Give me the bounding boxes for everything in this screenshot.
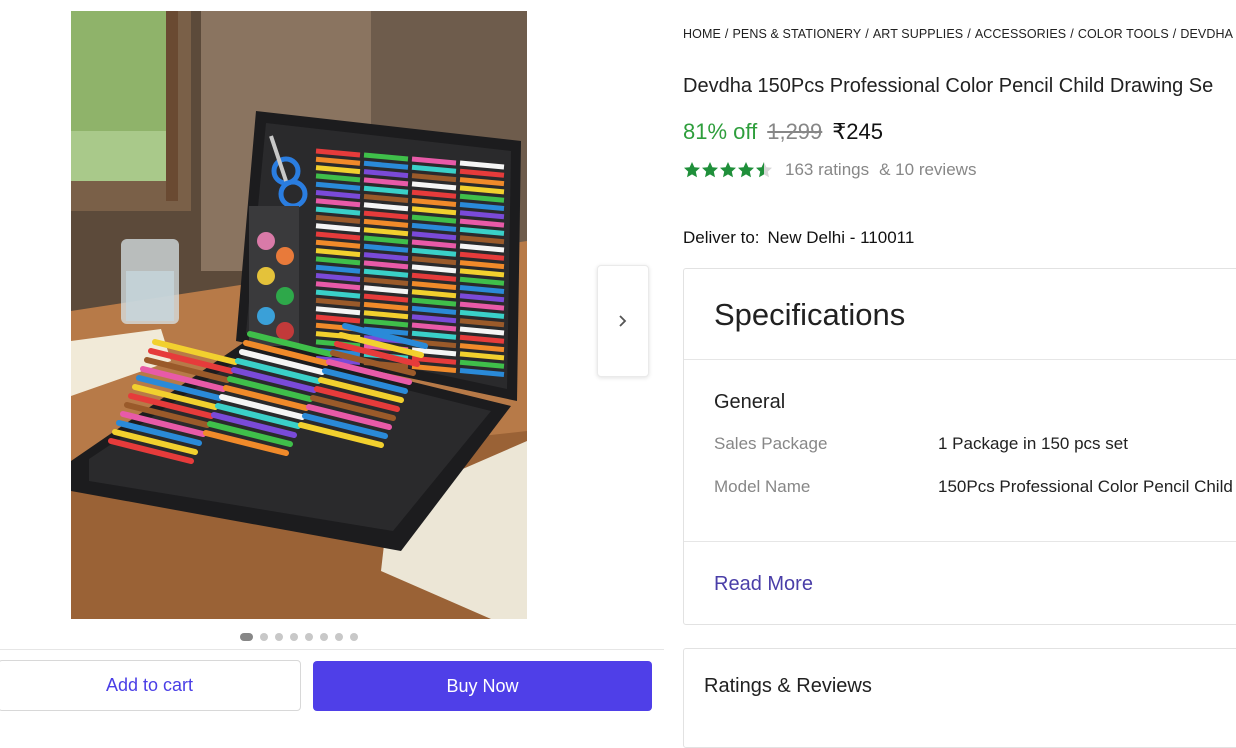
pagination-dot[interactable] <box>335 633 343 641</box>
breadcrumb-item[interactable]: COLOR TOOLS <box>1078 27 1169 41</box>
ratings-reviews-card: Ratings & Reviews <box>683 648 1236 748</box>
specifications-heading: Specifications <box>714 297 906 332</box>
spec-key: Sales Package <box>714 434 828 453</box>
add-to-cart-button[interactable]: Add to cart <box>0 660 301 711</box>
pagination-dot[interactable] <box>305 633 313 641</box>
product-title: Devdha 150Pcs Professional Color Pencil … <box>683 75 1214 97</box>
product-photo <box>71 11 527 619</box>
pagination-dot[interactable] <box>260 633 268 641</box>
rating-stars <box>683 161 773 179</box>
breadcrumb-item[interactable]: DEVDHA CO <box>1180 27 1236 41</box>
delivery-address[interactable]: New Delhi - 110011 <box>768 228 915 247</box>
product-image[interactable] <box>71 11 527 619</box>
divider <box>684 541 1236 542</box>
image-pagination-dots <box>240 633 358 641</box>
pagination-dot[interactable] <box>350 633 358 641</box>
specifications-card: Specifications General Sales Package 1 P… <box>683 268 1236 625</box>
discount-percent: 81% off <box>683 119 758 144</box>
action-bar-divider <box>0 649 664 650</box>
pagination-dot[interactable] <box>290 633 298 641</box>
breadcrumb-separator: / <box>967 27 971 41</box>
reviews-count[interactable]: & 10 reviews <box>879 160 976 180</box>
rating-row[interactable]: 163 ratings & 10 reviews <box>683 160 976 180</box>
next-image-button[interactable] <box>597 265 649 377</box>
breadcrumb-item[interactable]: ART SUPPLIES <box>873 27 963 41</box>
spec-value: 150Pcs Professional Color Pencil Child I <box>938 477 1236 496</box>
ratings-reviews-heading: Ratings & Reviews <box>704 675 872 697</box>
breadcrumb: HOME / PENS & STATIONERY / ART SUPPLIES / ACCE… <box>683 27 1236 41</box>
spec-value: 1 Package in 150 pcs set <box>938 434 1128 453</box>
star-icon <box>702 162 718 178</box>
spec-key: Model Name <box>714 477 811 496</box>
price-row: 81% off 1,299 ₹245 <box>683 119 883 145</box>
breadcrumb-item[interactable]: PENS & STATIONERY <box>732 27 861 41</box>
breadcrumb-item[interactable]: HOME <box>683 27 721 41</box>
deliver-to-label: Deliver to: <box>683 228 760 247</box>
divider <box>684 359 1236 360</box>
pagination-dot[interactable] <box>320 633 328 641</box>
breadcrumb-separator: / <box>1070 27 1074 41</box>
star-icon <box>756 162 772 178</box>
breadcrumb-separator: / <box>1172 27 1177 41</box>
chevron-right-icon <box>619 315 627 327</box>
pagination-dot[interactable] <box>240 633 253 641</box>
star-icon <box>720 162 736 178</box>
original-price: 1,299 <box>767 119 823 144</box>
ratings-count[interactable]: 163 ratings <box>785 160 869 180</box>
breadcrumb-separator: / <box>865 27 869 41</box>
spec-group-title: General <box>714 391 786 413</box>
breadcrumb-item[interactable]: ACCESSORIES <box>975 27 1066 41</box>
breadcrumb-separator: / <box>724 27 729 41</box>
read-more-link[interactable]: Read More <box>714 573 813 596</box>
pagination-dot[interactable] <box>275 633 283 641</box>
star-icon <box>684 162 700 178</box>
buy-now-button[interactable]: Buy Now <box>313 661 652 711</box>
selling-price: ₹245 <box>832 119 883 144</box>
delivery-location[interactable]: Deliver to: New Delhi - 110011 <box>683 228 914 248</box>
star-icon <box>738 162 754 178</box>
